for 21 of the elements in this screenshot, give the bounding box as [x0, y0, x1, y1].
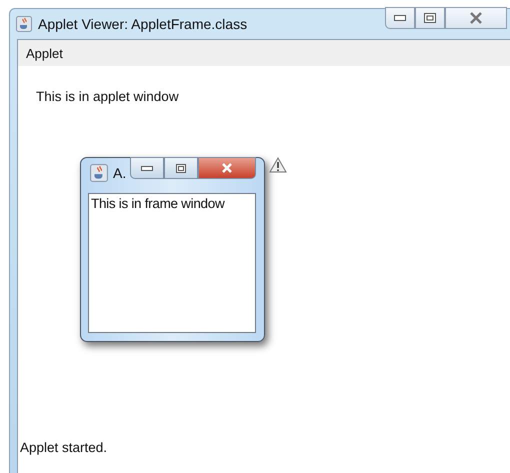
- frame-title: A.: [113, 165, 126, 181]
- frame-text: This is in frame window: [91, 196, 224, 211]
- close-button[interactable]: [445, 7, 507, 29]
- window-title: Applet Viewer: AppletFrame.class: [38, 16, 248, 32]
- maximize-button[interactable]: [415, 7, 445, 29]
- minimize-icon: [141, 166, 153, 170]
- coffee-cup-icon: [90, 164, 108, 182]
- close-icon: [221, 163, 233, 173]
- minimize-icon: [394, 15, 406, 21]
- close-icon: [469, 12, 483, 24]
- menu-item[interactable]: Applet: [26, 46, 63, 60]
- maximize-icon: [424, 13, 436, 23]
- coffee-cup-icon: [16, 16, 32, 32]
- warning-icon: [269, 157, 287, 173]
- status-text: Applet started.: [20, 440, 108, 455]
- applet-text: This is in applet window: [36, 89, 179, 104]
- close-button[interactable]: [198, 157, 256, 179]
- maximize-button[interactable]: [164, 157, 198, 179]
- maximize-icon: [176, 164, 186, 172]
- minimize-button[interactable]: [130, 157, 164, 179]
- minimize-button[interactable]: [385, 7, 415, 29]
